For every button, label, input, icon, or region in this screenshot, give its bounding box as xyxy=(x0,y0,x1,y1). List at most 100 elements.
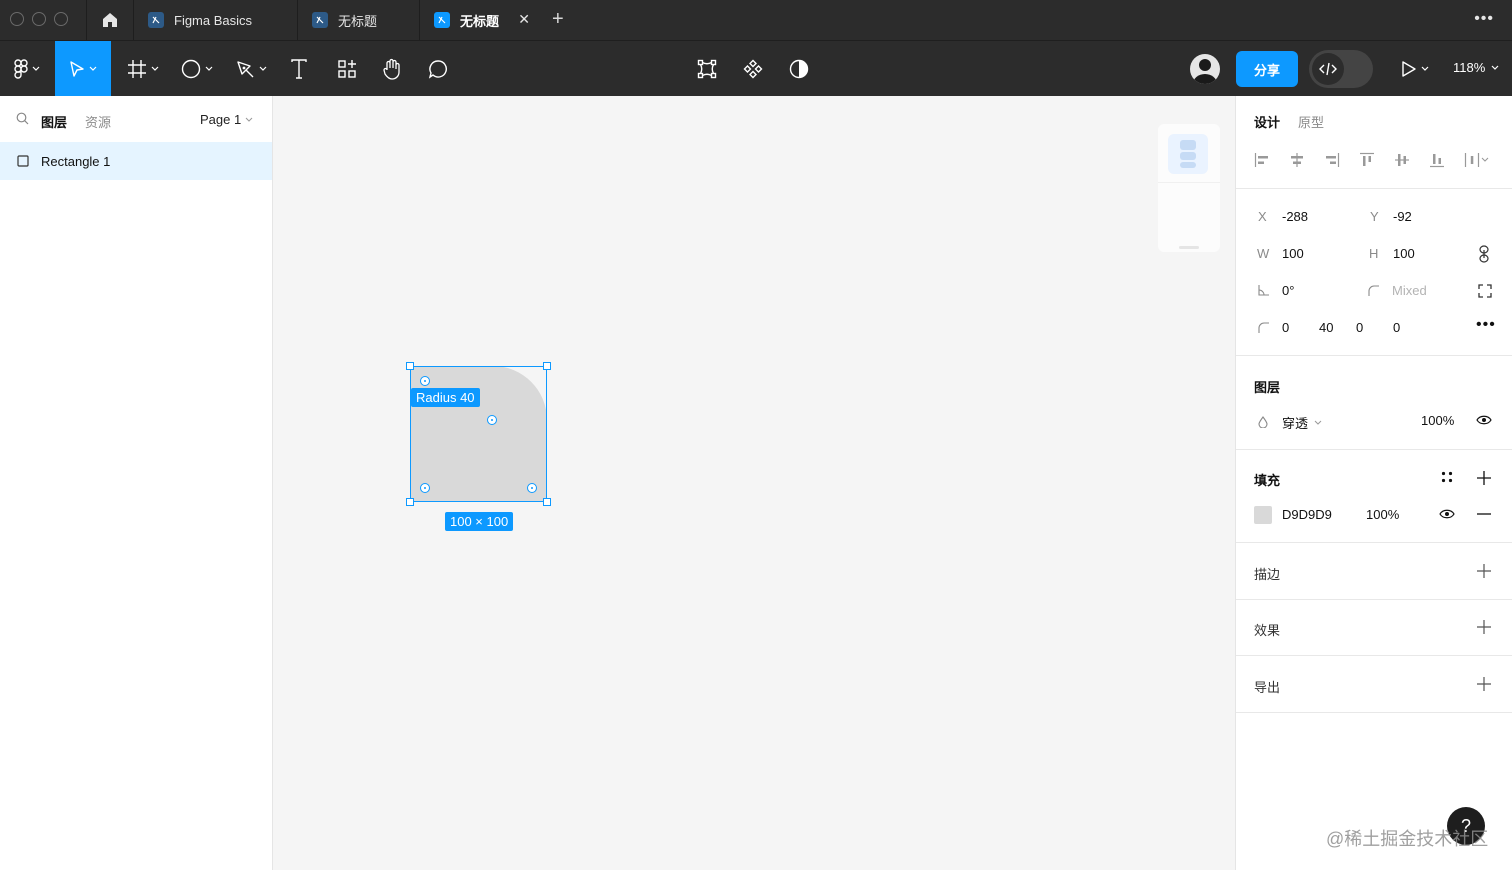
align-top-icon[interactable] xyxy=(1359,152,1375,168)
present-button[interactable] xyxy=(1394,41,1436,96)
tab-design[interactable]: 设计 xyxy=(1254,112,1280,131)
y-label: Y xyxy=(1370,209,1379,224)
contrast-icon xyxy=(789,59,809,78)
radius-handle-top-left[interactable] xyxy=(420,376,430,386)
dev-mode-toggle[interactable] xyxy=(1309,50,1373,88)
layer-opacity-input[interactable]: 100% xyxy=(1421,413,1454,428)
zoom-dropdown[interactable]: 118% xyxy=(1453,60,1499,75)
fill-hex-input[interactable]: D9D9D9 xyxy=(1282,507,1332,522)
width-input[interactable]: 100 xyxy=(1282,246,1304,261)
corner-top-right-input[interactable]: 40 xyxy=(1319,320,1333,335)
tab-prototype[interactable]: 原型 xyxy=(1298,112,1324,131)
minimap[interactable] xyxy=(1158,124,1220,252)
toolbar: 分享 118% xyxy=(0,40,1512,96)
tab-untitled-active[interactable]: 无标题 ✕ xyxy=(420,0,542,40)
shape-tool-button[interactable] xyxy=(174,41,220,96)
y-input[interactable]: -92 xyxy=(1393,209,1412,224)
rotation-input[interactable]: 0° xyxy=(1282,283,1294,298)
close-tab-icon[interactable]: ✕ xyxy=(518,11,530,28)
add-fill-icon[interactable] xyxy=(1476,470,1492,486)
edit-object-button[interactable] xyxy=(690,41,724,96)
corner-bottom-left-input[interactable]: 0 xyxy=(1393,320,1400,335)
resize-handle-bottom-left[interactable] xyxy=(406,498,414,506)
divider xyxy=(1236,355,1512,356)
mask-button[interactable] xyxy=(782,41,816,96)
chevron-down-icon xyxy=(1491,65,1499,70)
independent-corners-icon[interactable] xyxy=(1478,284,1492,298)
new-tab-button[interactable]: + xyxy=(552,8,564,30)
x-label: X xyxy=(1258,209,1267,224)
resize-handle-top-right[interactable] xyxy=(543,362,551,370)
corner-top-left-input[interactable]: 0 xyxy=(1282,320,1289,335)
radius-handle-bottom-left[interactable] xyxy=(420,483,430,493)
layers-panel: 图层 资源 Page 1 Rectangle 1 xyxy=(0,96,273,870)
tab-label: 无标题 xyxy=(338,13,378,29)
chevron-down-icon xyxy=(245,117,253,122)
eye-icon[interactable] xyxy=(1476,414,1492,426)
fill-color-swatch[interactable] xyxy=(1254,506,1272,524)
align-left-icon[interactable] xyxy=(1254,152,1270,168)
align-bottom-icon[interactable] xyxy=(1429,152,1445,168)
blend-mode-dropdown[interactable]: 穿透 xyxy=(1282,413,1322,432)
add-stroke-icon[interactable] xyxy=(1476,563,1492,579)
chevron-down-icon xyxy=(1314,420,1322,425)
corner-radius-input[interactable]: Mixed xyxy=(1392,283,1427,298)
page-selector[interactable]: Page 1 xyxy=(200,112,253,127)
fill-opacity-input[interactable]: 100% xyxy=(1366,507,1399,522)
pen-tool-button[interactable] xyxy=(228,41,274,96)
share-button[interactable]: 分享 xyxy=(1236,51,1298,87)
radius-tooltip: Radius 40 xyxy=(411,388,480,407)
maximize-window-button[interactable] xyxy=(54,12,68,26)
add-export-icon[interactable] xyxy=(1476,676,1492,692)
height-input[interactable]: 100 xyxy=(1393,246,1415,261)
radius-handle-top-right[interactable] xyxy=(487,415,497,425)
figma-file-icon xyxy=(148,12,164,28)
play-icon xyxy=(1402,60,1416,77)
hand-tool-button[interactable] xyxy=(375,41,409,96)
tab-figma-basics[interactable]: Figma Basics xyxy=(134,0,298,40)
fill-section-title: 填充 xyxy=(1254,473,1281,488)
pen-icon xyxy=(237,60,254,77)
styles-grid-icon[interactable] xyxy=(1441,471,1453,483)
eye-icon[interactable] xyxy=(1439,508,1455,520)
watermark: @稀土掘金技术社区 xyxy=(1326,829,1489,849)
corner-bottom-right-input[interactable]: 0 xyxy=(1356,320,1363,335)
corner-radius-icon xyxy=(1258,322,1269,333)
x-input[interactable]: -288 xyxy=(1282,209,1308,224)
radius-handle-bottom-right[interactable] xyxy=(527,483,537,493)
frame-icon xyxy=(128,59,146,78)
main-menu-button[interactable] xyxy=(4,41,50,96)
resize-handle-top-left[interactable] xyxy=(406,362,414,370)
more-icon[interactable]: ••• xyxy=(1474,10,1494,28)
cursor-icon xyxy=(70,60,84,77)
frame-tool-button[interactable] xyxy=(120,41,166,96)
search-icon[interactable] xyxy=(16,112,29,125)
create-component-button[interactable] xyxy=(736,41,770,96)
align-horizontal-center-icon[interactable] xyxy=(1289,152,1305,168)
resources-tool-button[interactable] xyxy=(330,41,364,96)
layer-item-rectangle-1[interactable]: Rectangle 1 xyxy=(0,142,272,180)
add-effect-icon[interactable] xyxy=(1476,619,1492,635)
minimize-window-button[interactable] xyxy=(32,12,46,26)
constrain-proportions-icon[interactable] xyxy=(1478,244,1490,264)
move-tool-button[interactable] xyxy=(55,41,111,96)
align-vertical-center-icon[interactable] xyxy=(1394,152,1410,168)
tab-assets[interactable]: 资源 xyxy=(85,112,111,131)
align-right-icon[interactable] xyxy=(1324,152,1340,168)
page-name: Page 1 xyxy=(200,112,242,127)
avatar[interactable] xyxy=(1190,54,1220,84)
tab-layers[interactable]: 图层 xyxy=(41,112,67,131)
divider xyxy=(1236,712,1512,713)
canvas[interactable]: Radius 40 100 × 100 xyxy=(273,96,1235,870)
resize-handle-bottom-right[interactable] xyxy=(543,498,551,506)
distribute-icon[interactable] xyxy=(1464,152,1490,168)
close-window-button[interactable] xyxy=(10,12,24,26)
tab-untitled-1[interactable]: 无标题 xyxy=(298,0,420,40)
remove-fill-icon[interactable] xyxy=(1476,506,1492,522)
home-tab[interactable] xyxy=(86,0,134,40)
comment-tool-button[interactable] xyxy=(421,41,455,96)
more-options-icon[interactable]: ••• xyxy=(1476,316,1496,334)
layers-panel-header: 图层 资源 Page 1 xyxy=(0,96,272,142)
text-tool-button[interactable] xyxy=(282,41,316,96)
comment-icon xyxy=(428,59,447,79)
